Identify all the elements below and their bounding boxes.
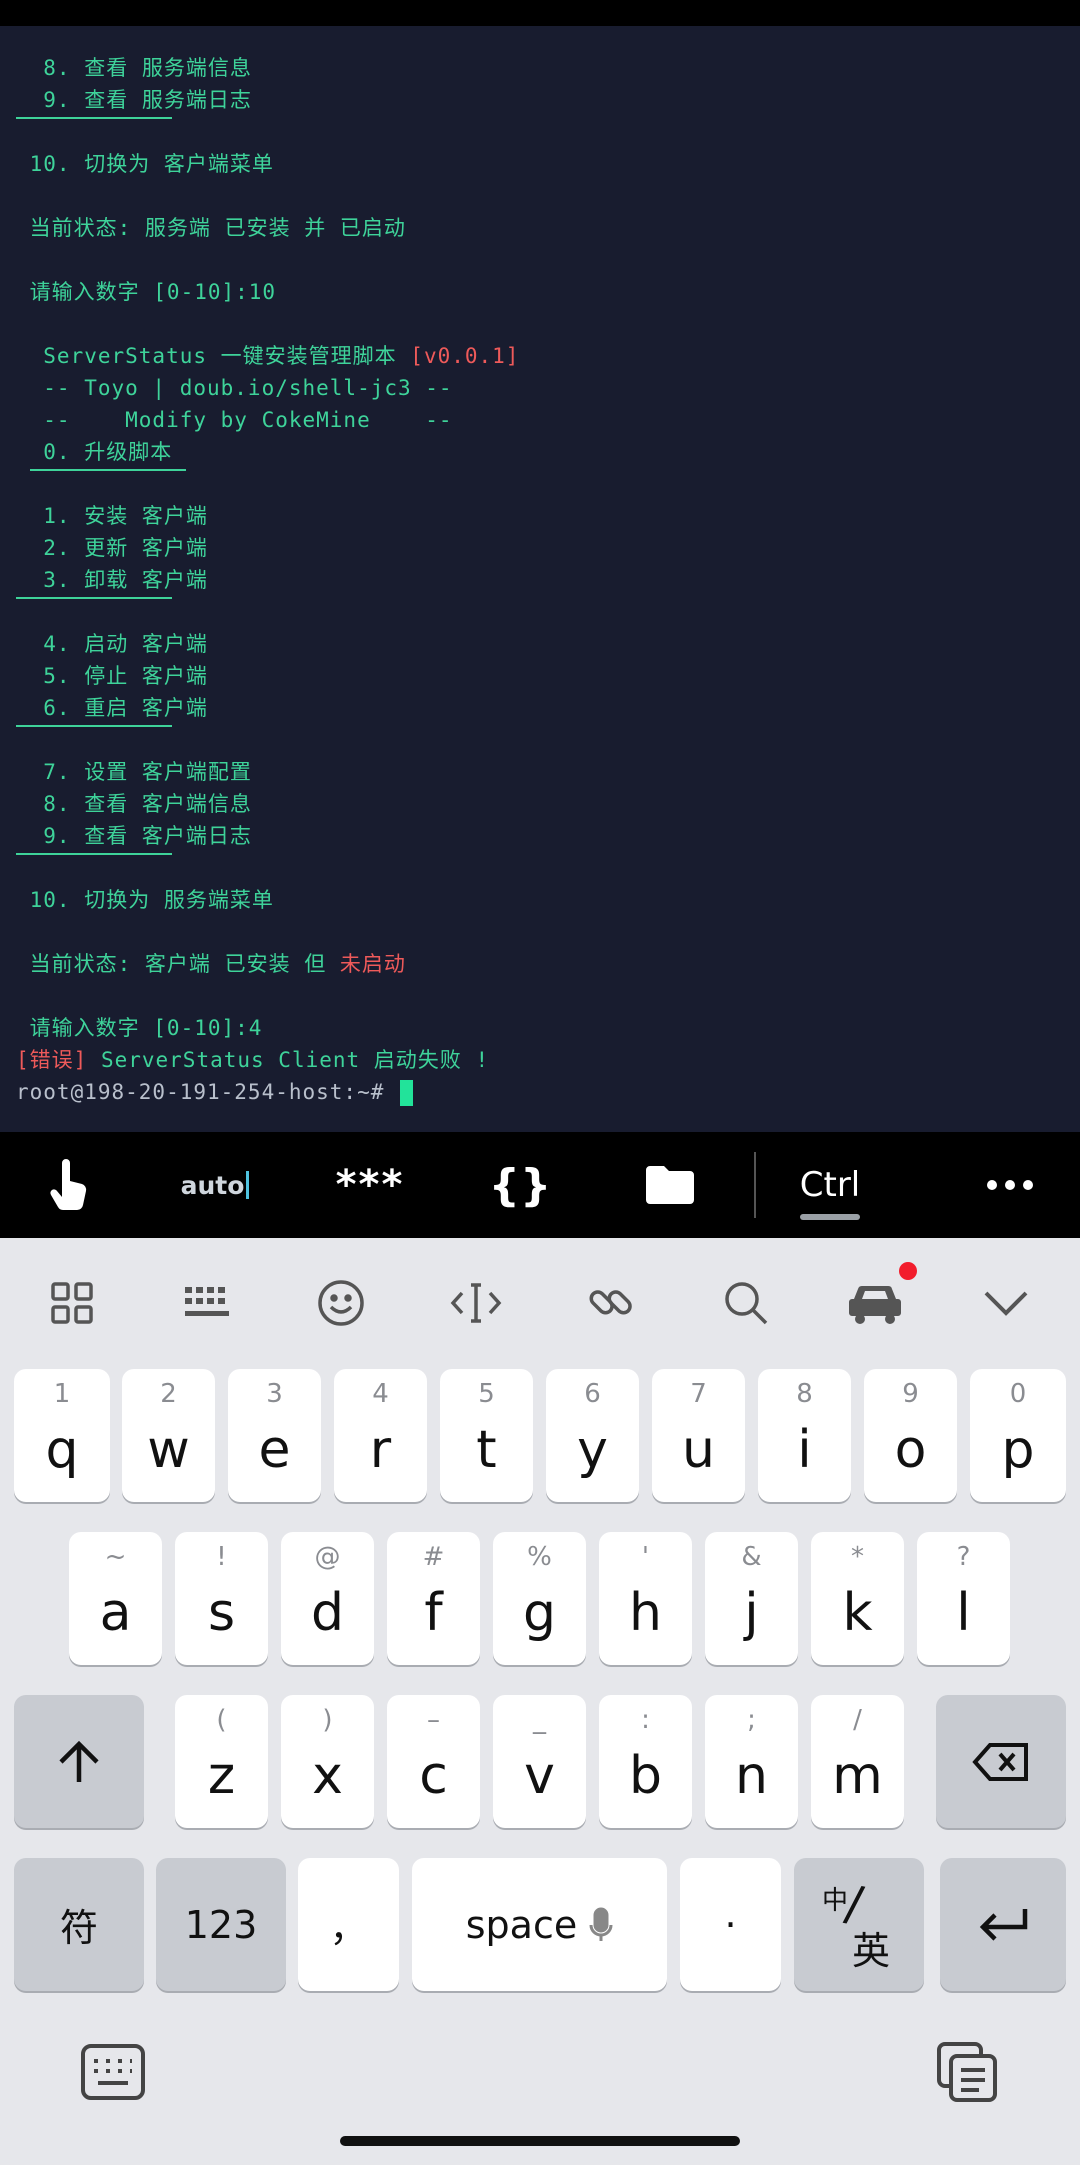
enter-arrow-icon	[940, 1858, 1066, 1991]
terminal-toolbar: auto *** {} Ctrl	[0, 1132, 1080, 1238]
key-p[interactable]: 0p	[970, 1369, 1066, 1502]
status-bar	[0, 0, 1080, 26]
touch-hand-icon[interactable]	[30, 1132, 110, 1238]
terminal-cursor	[400, 1080, 414, 1106]
terminal-error-line: [错误] ServerStatus Client 启动失败 !	[16, 1048, 490, 1072]
terminal-separator	[30, 469, 186, 471]
notification-dot	[899, 1262, 917, 1280]
terminal-line: 请输入数字 [0-10]:4	[16, 1016, 263, 1040]
key-t[interactable]: 5t	[440, 1369, 533, 1502]
terminal-line: 1. 安装 客户端	[16, 504, 208, 528]
shift-key[interactable]	[14, 1695, 144, 1828]
key-k[interactable]: * k	[811, 1532, 904, 1665]
key-e[interactable]: 3e	[228, 1369, 321, 1502]
key-f[interactable]: # f	[387, 1532, 480, 1665]
symbols-key[interactable]: 符	[14, 1858, 144, 1991]
key-c[interactable]: – c	[387, 1695, 480, 1828]
key-z[interactable]: (z	[175, 1695, 268, 1828]
terminal-line: -- Toyo | doub.io/shell-jc3 --	[16, 376, 453, 400]
auto-toggle-button[interactable]: auto	[170, 1132, 260, 1238]
comma-key[interactable]: ，	[298, 1858, 399, 1991]
collapse-chevron-icon[interactable]	[966, 1263, 1046, 1343]
terminal-separator	[16, 853, 172, 855]
terminal-screen[interactable]: 8. 查看 服务端信息 9. 查看 服务端日志 10. 切换为 客户端菜单 当前…	[0, 26, 1080, 1132]
shift-arrow-icon	[14, 1695, 144, 1828]
terminal-line: 9. 查看 客户端日志	[16, 824, 252, 848]
toolbar-divider	[754, 1152, 756, 1218]
backspace-key[interactable]	[936, 1695, 1066, 1828]
terminal-line: 5. 停止 客户端	[16, 664, 208, 688]
key-u[interactable]: 7u	[652, 1369, 745, 1502]
link-icon[interactable]	[571, 1263, 651, 1343]
terminal-prompt-line[interactable]: root@198-20-191-254-host:~#	[16, 1076, 414, 1108]
key-h[interactable]: ' h	[599, 1532, 692, 1665]
terminal-separator	[16, 597, 172, 599]
terminal-line: ServerStatus 一键安装管理脚本 [v0.0.1]	[16, 344, 520, 368]
terminal-line: 10. 切换为 服务端菜单	[16, 888, 274, 912]
key-b[interactable]: :b	[599, 1695, 692, 1828]
language-switch-key[interactable]: 中 / 英	[794, 1858, 924, 1991]
numbers-key[interactable]: 123	[156, 1858, 286, 1991]
keyboard-switch-icon[interactable]	[80, 2043, 146, 2105]
ctrl-indicator	[800, 1214, 860, 1220]
key-a[interactable]: ~ a	[69, 1532, 162, 1665]
terminal-line: 2. 更新 客户端	[16, 536, 208, 560]
key-s[interactable]: ! s	[175, 1532, 268, 1665]
key-v[interactable]: _ v	[493, 1695, 586, 1828]
ctrl-key-button[interactable]: Ctrl	[780, 1132, 880, 1238]
key-j[interactable]: & j	[705, 1532, 798, 1665]
key-i[interactable]: 8i	[758, 1369, 851, 1502]
cursor-move-icon[interactable]	[436, 1263, 516, 1343]
key-o[interactable]: 9o	[864, 1369, 957, 1502]
key-r[interactable]: 4r	[334, 1369, 427, 1502]
key-g[interactable]: % g	[493, 1532, 586, 1665]
terminal-line: 0. 升级脚本	[16, 440, 173, 464]
folder-icon[interactable]	[630, 1132, 710, 1238]
key-d[interactable]: @ d	[281, 1532, 374, 1665]
key-n[interactable]: ; n	[705, 1695, 798, 1828]
more-dots-icon[interactable]	[970, 1132, 1050, 1238]
space-key[interactable]: space	[412, 1858, 667, 1991]
terminal-line: 9. 查看 服务端日志	[16, 88, 252, 112]
enter-key[interactable]	[940, 1858, 1066, 1991]
terminal-line: 4. 启动 客户端	[16, 632, 208, 656]
terminal-line: 3. 卸载 客户端	[16, 568, 208, 592]
terminal-line: 8. 查看 客户端信息	[16, 792, 252, 816]
snippets-button[interactable]: {}	[470, 1132, 570, 1238]
terminal-line: 7. 设置 客户端配置	[16, 760, 252, 784]
terminal-line: 6. 重启 客户端	[16, 696, 208, 720]
key-w[interactable]: 2w	[122, 1369, 215, 1502]
key-x[interactable]: ) x	[281, 1695, 374, 1828]
key-y[interactable]: 6y	[546, 1369, 639, 1502]
key-m[interactable]: / m	[811, 1695, 904, 1828]
terminal-line: 请输入数字 [0-10]:10	[16, 280, 277, 304]
terminal-line: 当前状态: 服务端 已安装 并 已启动	[16, 216, 406, 240]
backspace-icon	[936, 1695, 1066, 1828]
keyboard-toolbar	[0, 1238, 1080, 1368]
key-q[interactable]: 1q	[14, 1369, 110, 1502]
keyboard-layout-icon[interactable]	[167, 1263, 247, 1343]
search-icon[interactable]	[706, 1263, 786, 1343]
home-indicator[interactable]	[340, 2136, 740, 2146]
microphone-icon	[589, 1907, 613, 1941]
terminal-line: 当前状态: 客户端 已安装 但 未启动	[16, 952, 406, 976]
terminal-separator	[16, 117, 172, 119]
password-button[interactable]: ***	[320, 1132, 420, 1238]
terminal-line: -- Modify by CokeMine --	[16, 408, 453, 432]
terminal-line: 10. 切换为 客户端菜单	[16, 152, 274, 176]
terminal-line: 8. 查看 服务端信息	[16, 56, 252, 80]
clipboard-icon[interactable]	[935, 2040, 999, 2108]
terminal-separator	[16, 725, 172, 727]
emoji-icon[interactable]	[301, 1263, 381, 1343]
key-l[interactable]: ? l	[917, 1532, 1010, 1665]
period-key[interactable]: ·	[680, 1858, 781, 1991]
apps-grid-icon[interactable]	[32, 1263, 112, 1343]
